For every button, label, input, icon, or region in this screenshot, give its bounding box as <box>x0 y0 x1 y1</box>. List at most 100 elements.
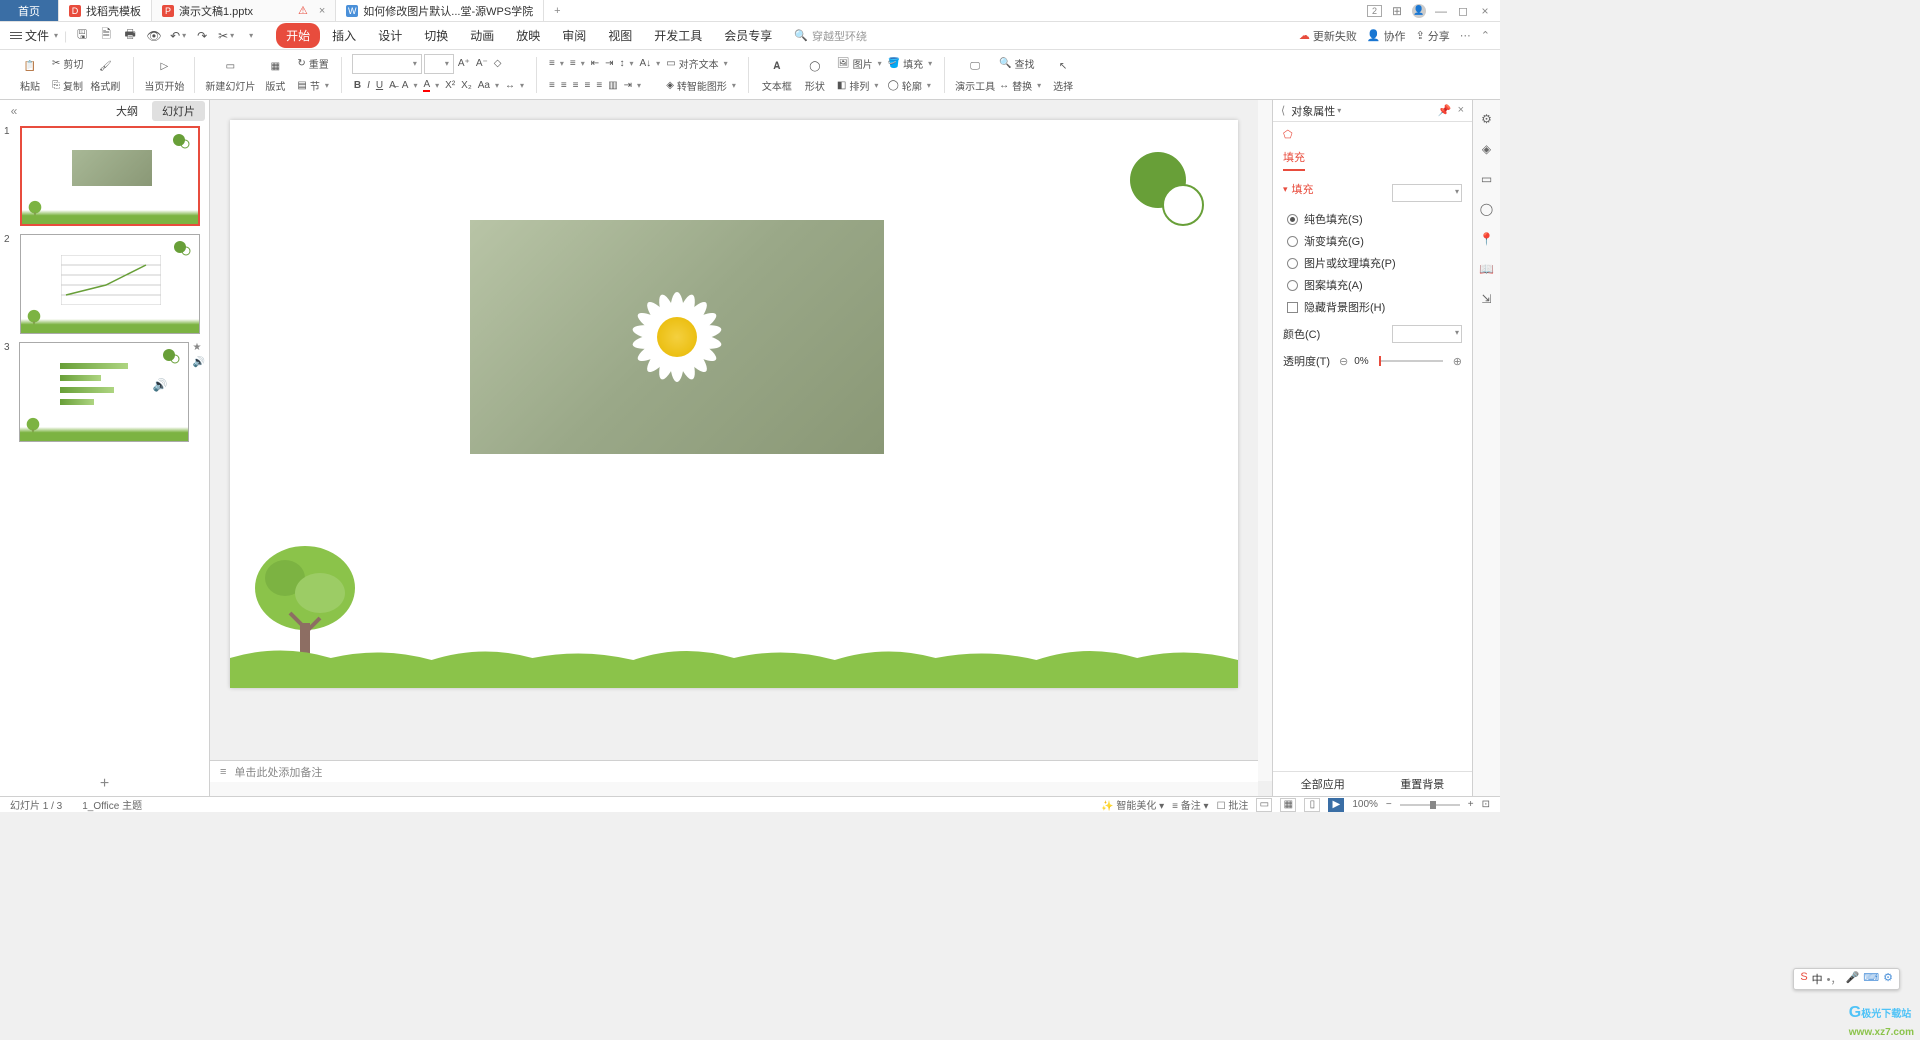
new-slide-button[interactable]: ▭ 新建幻灯片 <box>205 53 255 97</box>
shape-options-icon[interactable]: ⬠ <box>1283 128 1293 141</box>
italic-icon[interactable]: I <box>365 76 372 96</box>
menu-search[interactable]: 🔍 穿越型环绕 <box>794 28 867 44</box>
outline-button[interactable]: ◯轮廓▾ <box>886 76 934 96</box>
change-case-icon[interactable]: Aa▾ <box>476 76 501 96</box>
subscript-icon[interactable]: X₂ <box>459 76 474 96</box>
transparency-slider[interactable] <box>1379 360 1443 362</box>
tab-template[interactable]: D 找稻壳模板 <box>59 0 152 21</box>
slide-list[interactable]: 1 2 3 <box>0 122 209 772</box>
increase-font-icon[interactable]: A⁺ <box>456 54 472 74</box>
apps-icon[interactable]: ⊞ <box>1390 4 1404 18</box>
close-icon[interactable]: × <box>1458 104 1464 117</box>
radio-solid-fill[interactable]: 纯色填充(S) <box>1283 211 1462 227</box>
line-spacing-icon[interactable]: ↕▾ <box>617 54 635 74</box>
underline-icon[interactable]: U <box>374 76 385 96</box>
more-icon[interactable]: ⋯ <box>1460 29 1471 42</box>
print-icon[interactable]: 🖶 <box>121 27 139 45</box>
redo-icon[interactable]: ↷ <box>193 27 211 45</box>
share-button[interactable]: ⇪ 分享 <box>1416 28 1450 44</box>
ime-keyboard-icon[interactable]: ⌨ <box>1863 971 1879 987</box>
slide-thumb-2[interactable]: 2 <box>4 234 205 334</box>
reset-button[interactable]: ↻重置 <box>295 54 330 74</box>
new-tab-button[interactable]: + <box>544 0 570 21</box>
tab-home[interactable]: 首页 <box>0 0 59 21</box>
superscript-icon[interactable]: X² <box>443 76 457 96</box>
radio-picture-fill[interactable]: 图片或纹理填充(P) <box>1283 255 1462 271</box>
close-icon[interactable]: × <box>1478 4 1492 18</box>
side-style-icon[interactable]: ◈ <box>1478 140 1496 158</box>
text-direction-icon[interactable]: A↓▾ <box>638 54 663 74</box>
color-picker[interactable]: ▾ <box>1392 325 1462 343</box>
font-name-combo[interactable]: ▾ <box>352 54 422 74</box>
align-text-button[interactable]: ▭对齐文本▾ <box>664 54 738 74</box>
menutab-member[interactable]: 会员专享 <box>714 23 782 48</box>
user-icon[interactable]: 👤 <box>1412 4 1426 18</box>
qat-dropdown-icon[interactable]: ▾ <box>241 27 259 45</box>
side-location-icon[interactable]: 📍 <box>1478 230 1496 248</box>
tab-document[interactable]: P 演示文稿1.pptx ⚠ × <box>152 0 336 21</box>
add-slide-button[interactable]: + <box>0 772 209 796</box>
font-size-combo[interactable]: ▾ <box>424 54 454 74</box>
numbering-icon[interactable]: ≡▾ <box>568 54 587 74</box>
side-shape-icon[interactable]: ◯ <box>1478 200 1496 218</box>
tab-outline[interactable]: 大纲 <box>106 101 148 121</box>
menutab-slideshow[interactable]: 放映 <box>506 23 550 48</box>
replace-button[interactable]: ↔替换▾ <box>997 76 1043 96</box>
columns-icon[interactable]: ▥ <box>606 76 619 96</box>
paste-button[interactable]: 📋 粘贴 <box>12 53 48 97</box>
strike-icon[interactable]: A̶ <box>387 76 398 96</box>
select-button[interactable]: ↖选择 <box>1045 53 1081 97</box>
zoom-in-icon[interactable]: + <box>1468 799 1474 810</box>
bullets-icon[interactable]: ≡▾ <box>547 54 566 74</box>
increase-indent-icon[interactable]: ⇥ <box>603 54 615 74</box>
ime-lang[interactable]: 中 <box>1812 971 1823 987</box>
slide-image[interactable] <box>470 220 884 454</box>
decrease-indent-icon[interactable]: ⇤ <box>589 54 601 74</box>
minimize-icon[interactable]: — <box>1434 4 1448 18</box>
find-button[interactable]: 🔍查找 <box>997 54 1043 74</box>
menutab-dev[interactable]: 开发工具 <box>644 23 712 48</box>
apply-all-button[interactable]: 全部应用 <box>1273 772 1373 796</box>
maximize-icon[interactable]: ◻ <box>1456 4 1470 18</box>
more-qat-icon[interactable]: ✂▾ <box>217 27 235 45</box>
close-icon[interactable]: × <box>319 5 325 17</box>
ime-toolbar[interactable]: S 中 •， 🎤 ⌨ ⚙ <box>1793 968 1900 990</box>
align-justify-icon[interactable]: ≡ <box>583 76 593 96</box>
ime-punct[interactable]: •， <box>1827 971 1842 987</box>
menutab-review[interactable]: 审阅 <box>552 23 596 48</box>
saveas-icon[interactable]: 🗎 <box>97 27 115 45</box>
radio-pattern-fill[interactable]: 图案填充(A) <box>1283 277 1462 293</box>
comments-toggle[interactable]: ☐ 批注 <box>1217 797 1249 812</box>
checkbox-hide-bg[interactable]: 隐藏背景图形(H) <box>1283 299 1462 315</box>
view-slideshow-icon[interactable]: ▶ <box>1328 798 1344 812</box>
pin-icon[interactable]: 📌 <box>1438 104 1452 117</box>
slide-circles[interactable] <box>1128 150 1208 230</box>
side-settings-icon[interactable]: ⚙ <box>1478 110 1496 128</box>
preview-icon[interactable]: 👁 <box>145 27 163 45</box>
side-book-icon[interactable]: 📖 <box>1478 260 1496 278</box>
menutab-start[interactable]: 开始 <box>276 23 320 48</box>
demo-tools-button[interactable]: 🖵演示工具 <box>955 53 995 97</box>
font-color-icon[interactable]: A▾ <box>421 76 441 96</box>
highlight-icon[interactable]: A▾ <box>400 76 420 96</box>
cut-button[interactable]: ✂剪切 <box>50 54 85 74</box>
notes-toggle[interactable]: ≡ 备注 ▾ <box>1172 797 1208 812</box>
zoom-out-icon[interactable]: − <box>1386 799 1392 810</box>
char-spacing-icon[interactable]: ↔▾ <box>503 76 526 96</box>
arrange-button[interactable]: ◧排列▾ <box>835 76 884 96</box>
section-button[interactable]: ▤节▾ <box>295 76 330 96</box>
format-painter-button[interactable]: 🖌 格式刷 <box>87 53 123 97</box>
fill-preset-select[interactable]: ▾ <box>1392 184 1462 202</box>
tab-help[interactable]: W 如何修改图片默认...堂-源WPS学院 <box>336 0 544 21</box>
zoom-slider[interactable] <box>1400 804 1460 806</box>
menutab-animation[interactable]: 动画 <box>460 23 504 48</box>
zoom-label[interactable]: 100% <box>1352 799 1378 810</box>
undo-icon[interactable]: ↶▾ <box>169 27 187 45</box>
ime-settings-icon[interactable]: ⚙ <box>1883 971 1893 987</box>
distribute-icon[interactable]: ≡ <box>594 76 604 96</box>
tab-icon[interactable]: ⇥▾ <box>622 76 643 96</box>
clear-format-icon[interactable]: ◇ <box>492 54 504 74</box>
copy-button[interactable]: ⎘复制 <box>50 76 85 96</box>
fill-button[interactable]: 🪣填充▾ <box>886 54 934 74</box>
side-template-icon[interactable]: ▭ <box>1478 170 1496 188</box>
